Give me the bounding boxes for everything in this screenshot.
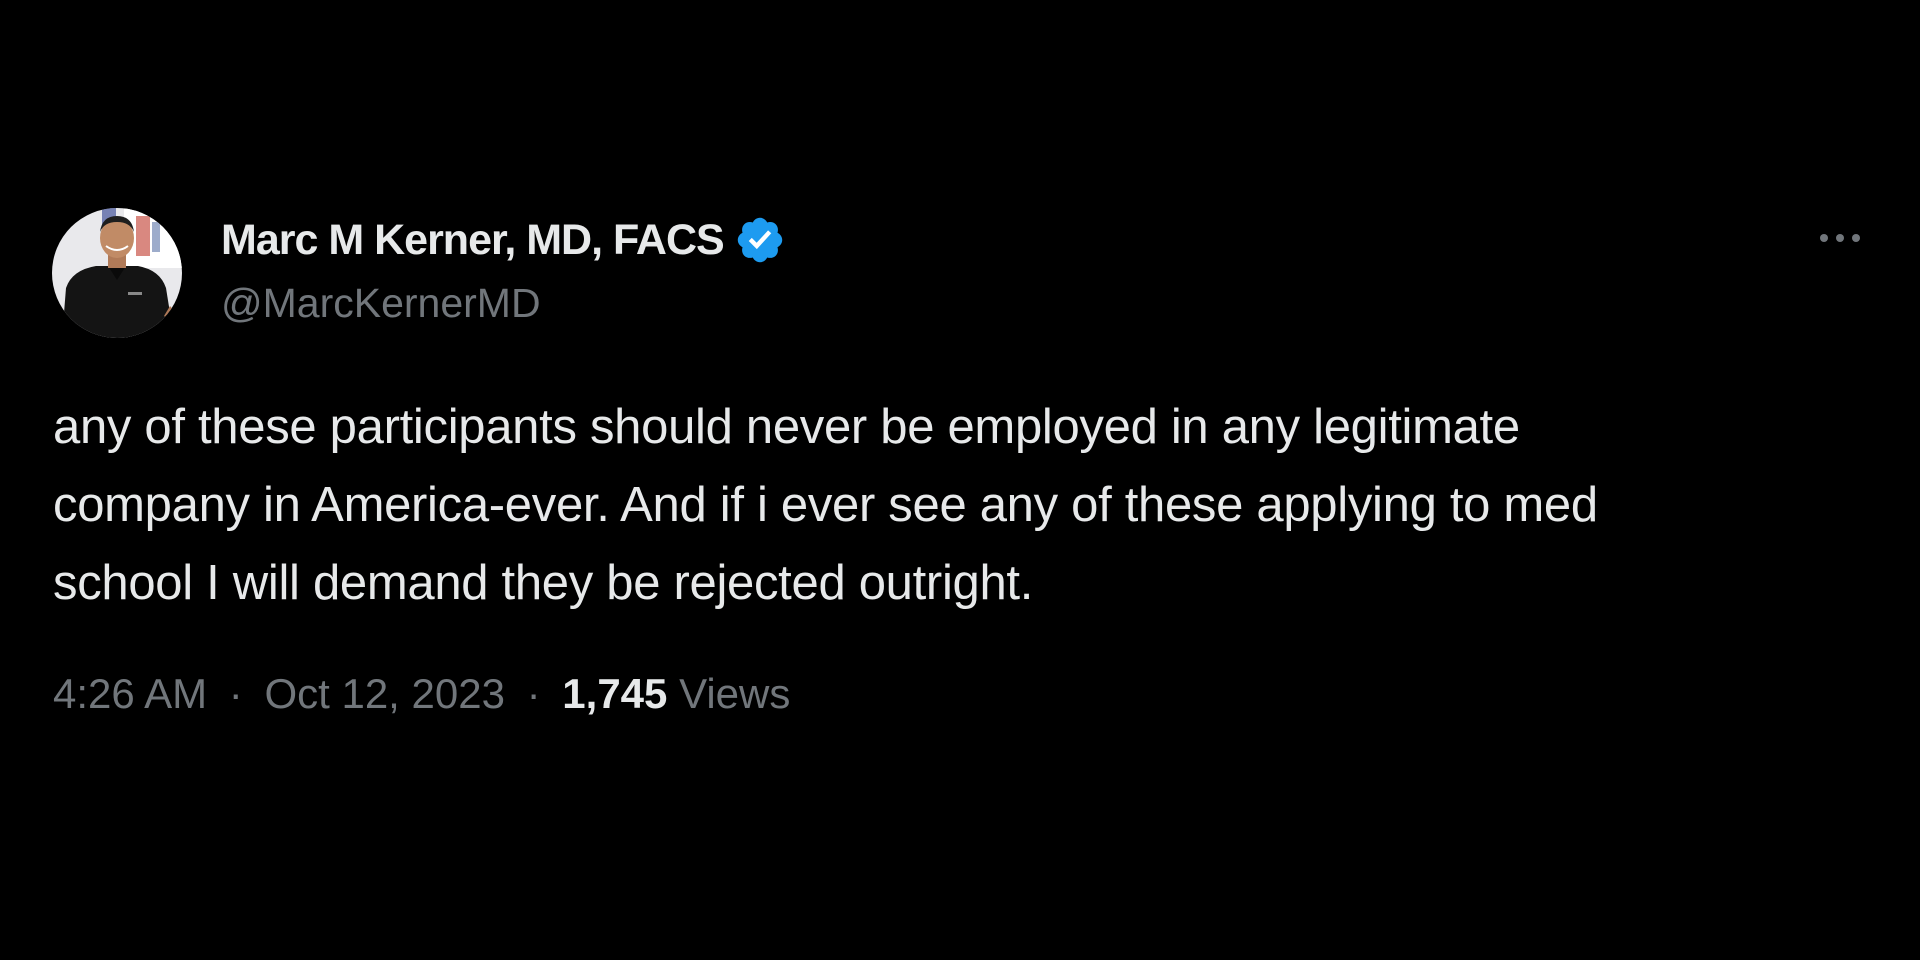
meta-separator: · — [526, 670, 541, 717]
more-options-icon[interactable] — [1812, 218, 1868, 258]
author-name-row: Marc M Kerner, MD, FACS — [221, 214, 786, 266]
tweet-text-line: company in America-ever. And if i ever s… — [53, 478, 1598, 532]
views-label: Views — [679, 670, 791, 717]
author-handle[interactable]: @MarcKernerMD — [221, 280, 541, 327]
tweet-text-line: school I will demand they be rejected ou… — [53, 556, 1034, 610]
tweet-text: any of these participants should never b… — [53, 388, 1883, 622]
views-count: 1,745 — [562, 670, 668, 717]
tweet-card: Marc M Kerner, MD, FACS @MarcKernerMD an… — [0, 0, 1920, 960]
author-avatar[interactable] — [52, 208, 182, 338]
tweet-text-line: any of these participants should never b… — [53, 400, 1520, 454]
tweet-time[interactable]: 4:26 AM — [53, 670, 207, 717]
tweet-metadata: 4:26 AM · Oct 12, 2023 · 1,745 Views — [53, 670, 790, 718]
meta-separator: · — [228, 670, 243, 717]
author-display-name[interactable]: Marc M Kerner, MD, FACS — [221, 216, 725, 265]
verified-badge-icon[interactable] — [734, 214, 786, 266]
avatar-photo-icon — [52, 208, 182, 338]
tweet-date[interactable]: Oct 12, 2023 — [264, 670, 505, 717]
